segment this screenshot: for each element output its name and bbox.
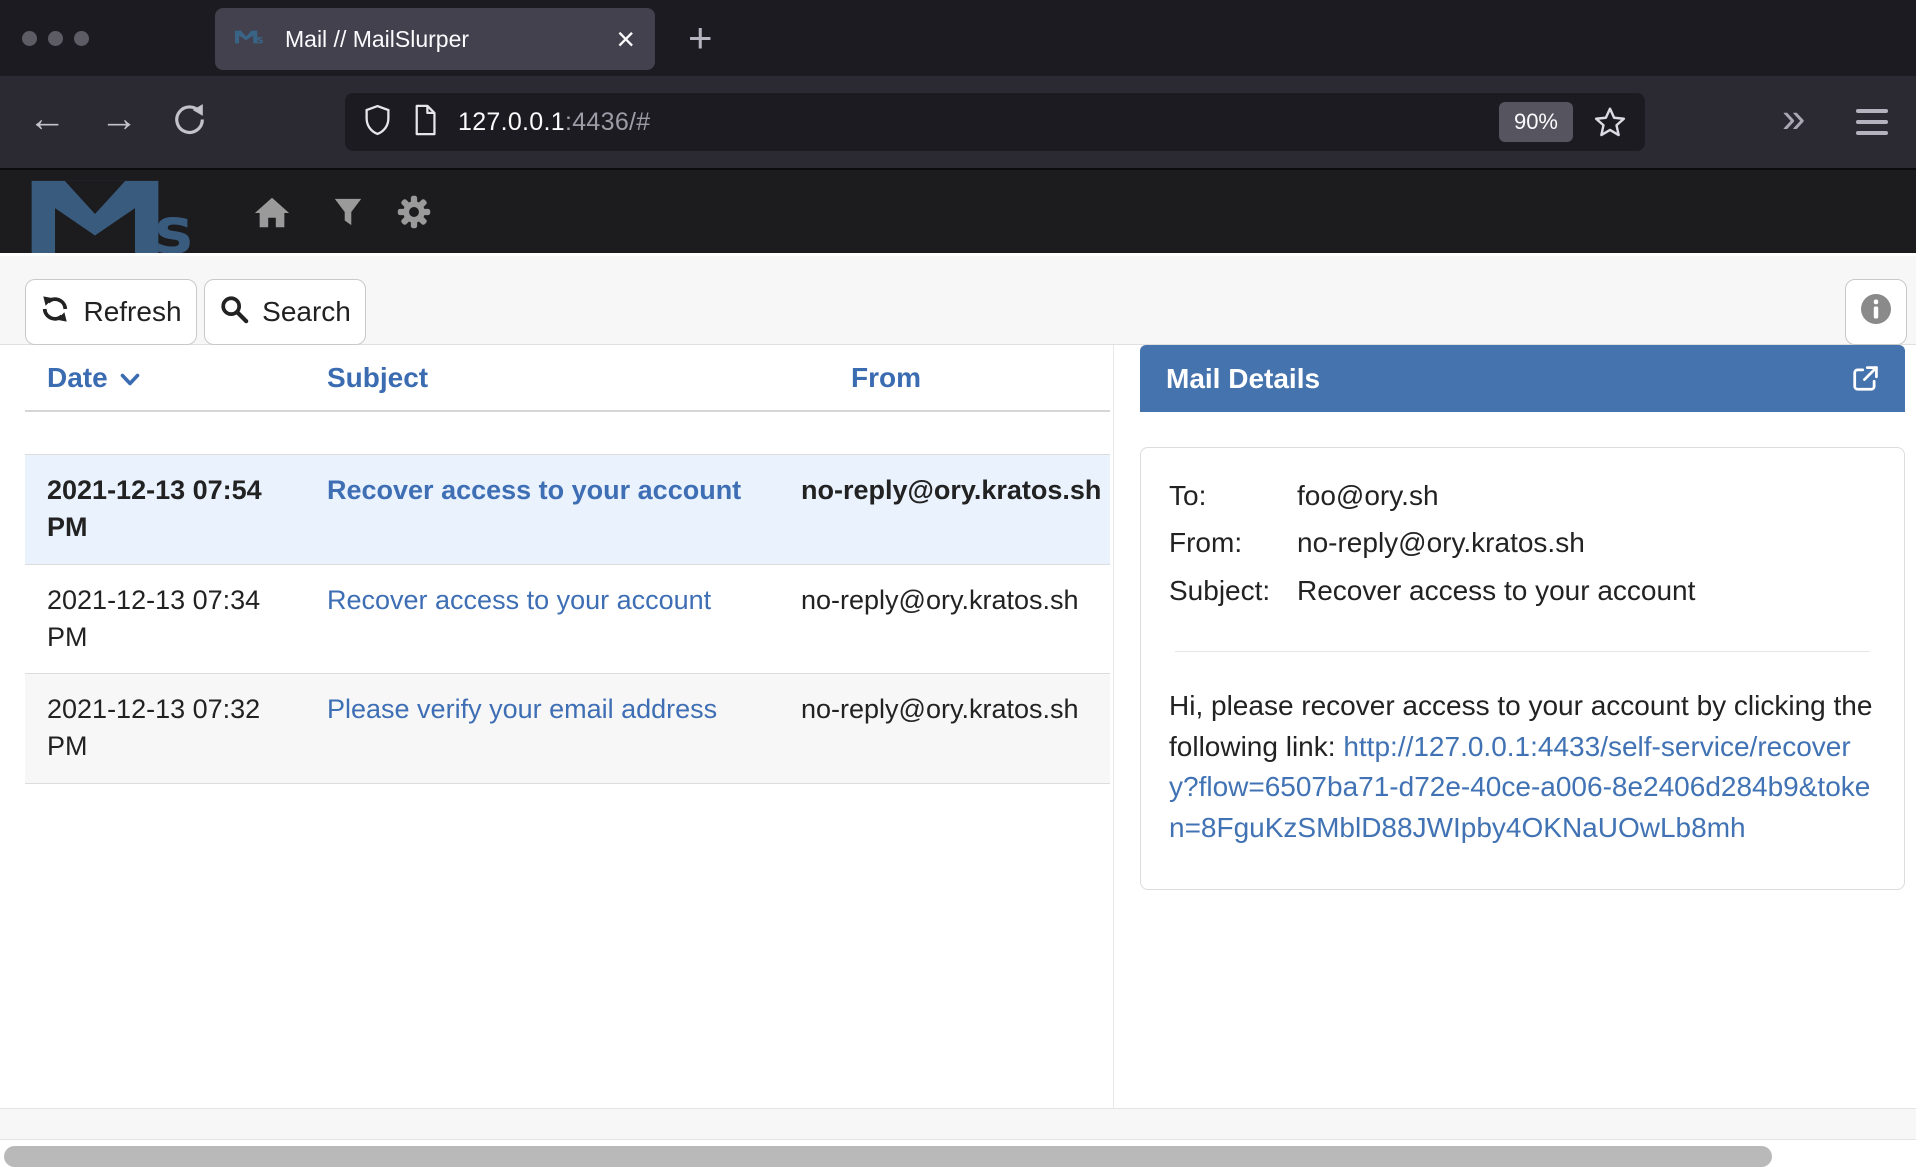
zoom-level-badge[interactable]: 90% [1499, 102, 1573, 142]
gear-icon[interactable] [396, 194, 432, 235]
back-icon[interactable]: ← [28, 98, 66, 141]
column-header-date[interactable]: Date [25, 362, 307, 394]
column-header-from[interactable]: From [787, 362, 1107, 394]
mail-from: no-reply@ory.kratos.sh [787, 455, 1107, 564]
card-divider [1175, 651, 1870, 652]
mail-from: no-reply@ory.kratos.sh [787, 674, 1107, 783]
mailslurper-logo[interactable]: s [28, 175, 240, 258]
search-button-label: Search [262, 296, 351, 328]
table-header-row: Date Subject From [25, 345, 1110, 412]
svg-text:s: s [257, 33, 264, 45]
tab-close-icon[interactable]: × [616, 23, 635, 55]
forward-icon[interactable]: → [100, 98, 138, 141]
mail-list-table: Date Subject From 2021-12-13 07:54 PM Re… [25, 345, 1110, 784]
sort-chevron-down-icon [120, 362, 140, 394]
search-button[interactable]: Search [204, 279, 366, 345]
app-toolbar: Refresh Search [0, 253, 1916, 345]
refresh-button[interactable]: Refresh [25, 279, 197, 345]
mail-subject-link[interactable]: Please verify your email address [327, 694, 717, 724]
new-tab-button[interactable]: + [688, 14, 713, 62]
mail-row[interactable]: 2021-12-13 07:34 PM Recover access to yo… [25, 564, 1110, 674]
tab-title: Mail // MailSlurper [285, 26, 469, 53]
url-text[interactable]: 127.0.0.1:4436/# [458, 108, 650, 137]
subject-value: Recover access to your account [1297, 573, 1876, 609]
column-header-subject[interactable]: Subject [307, 362, 787, 394]
mail-date: 2021-12-13 07:54 PM [25, 455, 307, 564]
mail-date: 2021-12-13 07:34 PM [25, 565, 307, 674]
mail-date: 2021-12-13 07:32 PM [25, 674, 307, 783]
from-value: no-reply@ory.kratos.sh [1297, 525, 1876, 561]
subject-label: Subject: [1169, 573, 1297, 609]
bookmark-star-icon[interactable] [1593, 105, 1627, 139]
from-label: From: [1169, 525, 1297, 561]
mailslurper-navbar: s [0, 168, 1916, 253]
to-label: To: [1169, 478, 1297, 514]
url-bar[interactable]: 127.0.0.1:4436/# 90% [345, 93, 1645, 151]
mail-row[interactable]: 2021-12-13 07:32 PM Please verify your e… [25, 673, 1110, 784]
url-path: :4436/# [565, 108, 651, 136]
mail-subject-link[interactable]: Recover access to your account [327, 475, 741, 505]
mail-meta: To: foo@ory.sh From: no-reply@ory.kratos… [1169, 478, 1876, 609]
search-icon [219, 294, 249, 331]
menu-icon[interactable] [1856, 109, 1888, 142]
table-spacer [25, 412, 1110, 454]
mail-details-header: Mail Details [1140, 345, 1905, 412]
browser-tab[interactable]: s Mail // MailSlurper × [215, 8, 655, 70]
reload-icon[interactable] [172, 102, 206, 146]
browser-toolbar: ← → 127.0.0.1:4436/# 90% » [0, 76, 1916, 168]
panel-divider [1113, 345, 1114, 1140]
filter-icon[interactable] [332, 196, 364, 233]
open-external-icon[interactable] [1849, 363, 1881, 395]
mail-subject-link[interactable]: Recover access to your account [327, 585, 711, 615]
home-icon[interactable] [253, 193, 291, 236]
footer-strip [0, 1108, 1916, 1140]
info-button[interactable] [1845, 279, 1907, 345]
overflow-menu-icon[interactable]: » [1782, 94, 1801, 142]
refresh-button-label: Refresh [83, 296, 181, 328]
tab-favicon-mailslurper-icon: s [235, 28, 271, 50]
refresh-icon [40, 294, 70, 331]
mail-details-panel: Mail Details To: foo@ory.sh From: no-rep… [1140, 345, 1905, 890]
to-value: foo@ory.sh [1297, 478, 1876, 514]
horizontal-scrollbar-thumb[interactable] [4, 1146, 1772, 1167]
browser-tab-bar: s Mail // MailSlurper × + [0, 0, 1916, 76]
page-icon[interactable] [412, 104, 438, 141]
mail-details-title: Mail Details [1166, 363, 1320, 395]
url-host: 127.0.0.1 [458, 108, 565, 136]
mail-body: Hi, please recover access to your accoun… [1169, 686, 1876, 848]
window-controls[interactable] [22, 31, 89, 46]
info-icon [1859, 292, 1893, 333]
shield-icon[interactable] [363, 104, 392, 141]
mail-from: no-reply@ory.kratos.sh [787, 565, 1107, 674]
mail-details-card: To: foo@ory.sh From: no-reply@ory.kratos… [1140, 447, 1905, 890]
mail-row-selected[interactable]: 2021-12-13 07:54 PM Recover access to yo… [25, 454, 1110, 564]
browser-window: s Mail // MailSlurper × + ← → 127.0.0.1:… [0, 0, 1916, 1170]
svg-text:s: s [154, 194, 192, 253]
